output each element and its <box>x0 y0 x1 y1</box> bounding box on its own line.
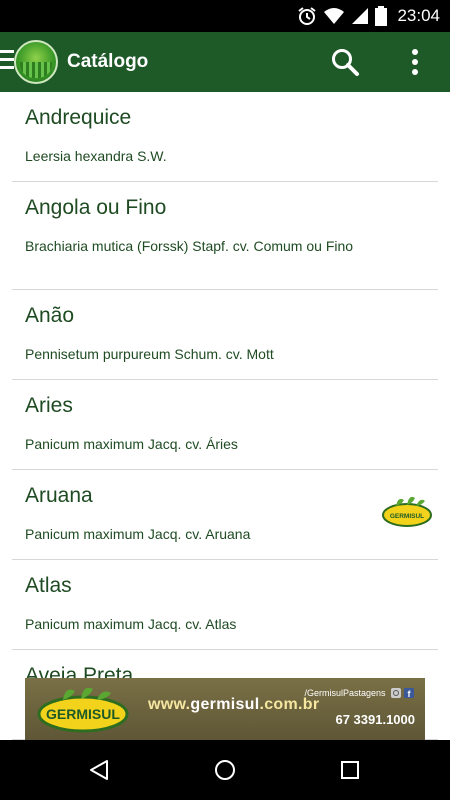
drawer-menu-icon[interactable] <box>0 50 14 72</box>
recents-button[interactable] <box>326 752 374 788</box>
item-name: Aruana <box>25 484 93 507</box>
list-item[interactable]: Aries Panicum maximum Jacq. cv. Áries <box>12 380 438 470</box>
search-icon <box>332 49 359 76</box>
item-scientific-name: Panicum maximum Jacq. cv. Aruana <box>25 526 251 542</box>
app-logo[interactable] <box>14 40 58 84</box>
catalog-list[interactable]: Andrequice Leersia hexandra S.W. Angola … <box>0 92 450 740</box>
ad-social: /GermisulPastagens f <box>304 688 415 699</box>
item-scientific-name: Panicum maximum Jacq. cv. Atlas <box>25 616 237 632</box>
navigation-bar <box>0 740 450 800</box>
app-bar: Catálogo <box>0 32 450 92</box>
home-icon <box>215 760 235 780</box>
back-icon <box>90 760 108 780</box>
page-title: Catálogo <box>67 51 149 72</box>
list-item[interactable]: Anão Pennisetum purpureum Schum. cv. Mot… <box>12 290 438 380</box>
status-icons: 23:04 <box>297 0 440 32</box>
more-vert-icon <box>412 49 418 75</box>
wifi-icon <box>324 8 345 24</box>
list-item[interactable]: Angola ou Fino Brachiaria mutica (Forssk… <box>12 182 438 290</box>
status-time: 23:04 <box>397 6 440 25</box>
ad-social-handle: /GermisulPastagens <box>304 688 386 698</box>
item-scientific-name: Leersia hexandra S.W. <box>25 148 167 164</box>
home-button[interactable] <box>201 752 249 788</box>
ad-url-prefix: www. <box>148 696 191 713</box>
overflow-menu-button[interactable] <box>400 44 430 80</box>
status-bar: 23:04 <box>0 0 450 32</box>
germisul-badge-icon: GERMISUL <box>382 496 432 527</box>
item-scientific-name: Brachiaria mutica (Forssk) Stapf. cv. Co… <box>25 238 354 254</box>
item-scientific-name: Pennisetum purpureum Schum. cv. Mott <box>25 346 274 362</box>
list-item[interactable]: Andrequice Leersia hexandra S.W. <box>12 92 438 182</box>
ad-brand: GERMISUL <box>46 706 120 722</box>
recents-icon <box>341 761 359 779</box>
item-name: Andrequice <box>25 106 132 129</box>
social-icons: f <box>391 688 414 699</box>
search-button[interactable] <box>325 44 365 80</box>
signal-icon <box>352 8 369 24</box>
item-name: Aries <box>25 394 73 417</box>
item-name: Anão <box>25 304 75 327</box>
item-name: Angola ou Fino <box>25 196 167 219</box>
badge-text: GERMISUL <box>390 513 424 520</box>
ad-banner[interactable]: GERMISUL www.germisul.com.br /GermisulPa… <box>25 678 425 740</box>
item-scientific-name: Panicum maximum Jacq. cv. Áries <box>25 436 238 452</box>
germisul-logo-icon: GERMISUL <box>37 687 129 733</box>
ad-url-main: germisul <box>190 696 260 713</box>
alarm-icon <box>298 7 317 25</box>
list-item[interactable]: Atlas Panicum maximum Jacq. cv. Atlas <box>12 560 438 650</box>
ad-phone: 67 3391.1000 <box>335 712 415 727</box>
back-button[interactable] <box>75 752 123 788</box>
list-item[interactable]: Aruana Panicum maximum Jacq. cv. Aruana … <box>12 470 438 560</box>
ad-url[interactable]: www.germisul.com.br <box>148 696 319 714</box>
battery-icon <box>375 6 388 26</box>
item-name: Atlas <box>25 574 72 597</box>
